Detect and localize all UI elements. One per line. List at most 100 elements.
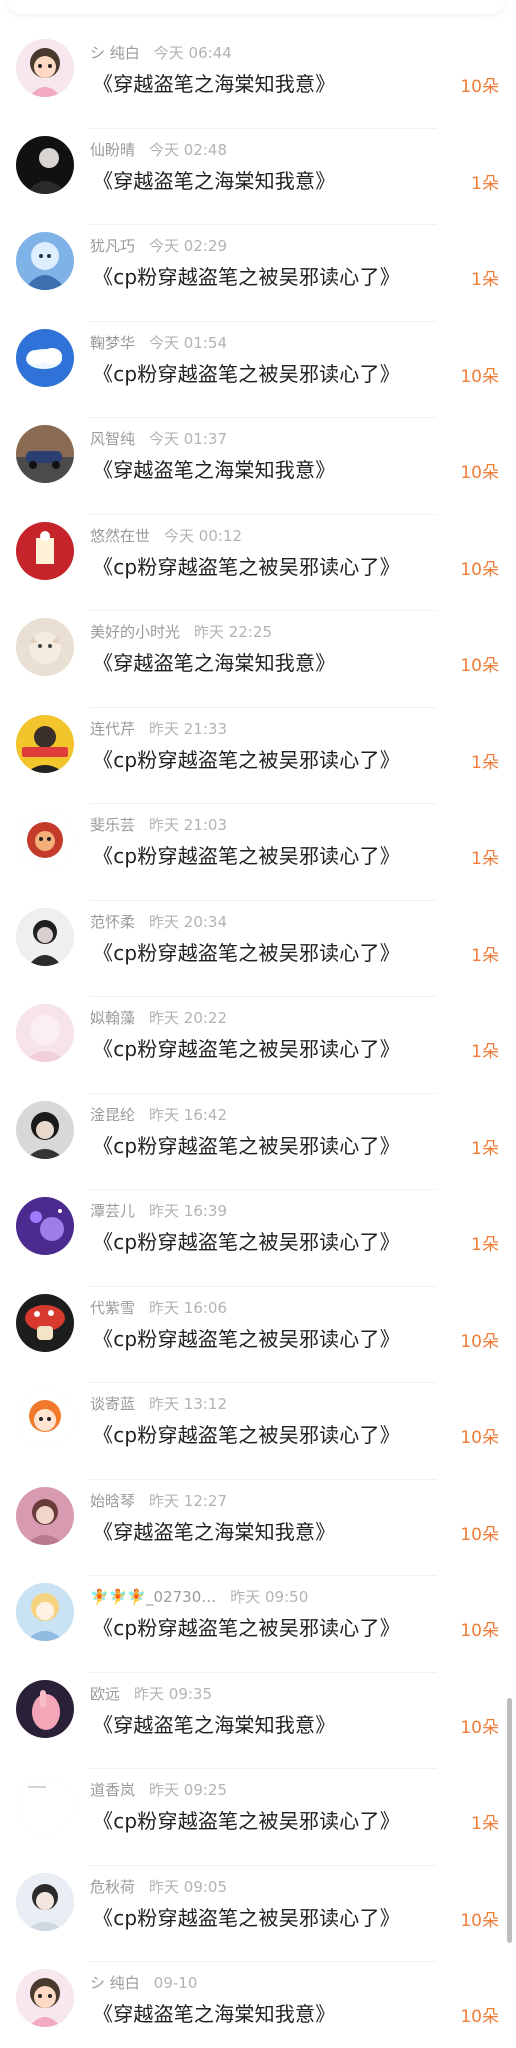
book-title[interactable]: 《穿越盗笔之海棠知我意》	[93, 454, 335, 483]
book-title[interactable]: 《穿越盗笔之海棠知我意》	[93, 1709, 335, 1738]
user-name[interactable]: 🧚🧚🧚_02730…	[90, 1588, 216, 1606]
gift-record-row[interactable]: 美好的小时光 昨天 22:25 《穿越盗笔之海棠知我意》 10朵	[0, 611, 516, 708]
avatar[interactable]	[16, 1197, 74, 1255]
gift-record-row[interactable]: 范怀柔 昨天 20:34 《cp粉穿越盗笔之被吴邪读心了》 1朵	[0, 901, 516, 997]
gift-record-row[interactable]: 道香岚 昨天 09:25 《cp粉穿越盗笔之被吴邪读心了》 1朵	[0, 1769, 516, 1866]
user-name[interactable]: 连代芹	[90, 720, 135, 738]
avatar[interactable]	[16, 618, 74, 676]
gift-record-row[interactable]: 姒翰藻 昨天 20:22 《cp粉穿越盗笔之被吴邪读心了》 1朵	[0, 997, 516, 1094]
book-title[interactable]: 《cp粉穿越盗笔之被吴邪读心了》	[93, 1805, 400, 1834]
avatar[interactable]	[16, 1679, 74, 1738]
book-title[interactable]: 《cp粉穿越盗笔之被吴邪读心了》	[93, 1226, 400, 1255]
avatar[interactable]	[16, 1486, 74, 1545]
avatar[interactable]	[16, 1004, 74, 1062]
avatar[interactable]	[16, 135, 74, 194]
gift-record-row[interactable]: 悠然在世 今天 00:12 《cp粉穿越盗笔之被吴邪读心了》 10朵	[0, 515, 516, 611]
flower-amount: 10朵	[460, 1428, 499, 1448]
avatar[interactable]	[16, 425, 74, 483]
user-meta-line: 犹凡巧 今天 02:29	[90, 235, 227, 255]
book-title[interactable]: 《cp粉穿越盗笔之被吴邪读心了》	[93, 1130, 400, 1159]
book-title[interactable]: 《穿越盗笔之海棠知我意》	[93, 647, 335, 676]
gift-record-row[interactable]: 🧚🧚🧚_02730… 昨天 09:50 《cp粉穿越盗笔之被吴邪读心了》 10朵	[0, 1576, 516, 1673]
user-name[interactable]: 仙盼晴	[90, 141, 135, 159]
avatar[interactable]	[16, 232, 74, 290]
avatar[interactable]	[16, 1293, 74, 1352]
user-name[interactable]: 谈寄蓝	[90, 1395, 135, 1413]
avatar[interactable]	[16, 39, 74, 97]
book-title[interactable]: 《cp粉穿越盗笔之被吴邪读心了》	[93, 1902, 400, 1931]
avatar[interactable]	[16, 1969, 74, 2027]
book-title[interactable]: 《cp粉穿越盗笔之被吴邪读心了》	[93, 1323, 400, 1352]
gift-record-row[interactable]: 风智纯 今天 01:37 《穿越盗笔之海棠知我意》 10朵	[0, 418, 516, 515]
book-title[interactable]: 《cp粉穿越盗笔之被吴邪读心了》	[93, 1419, 400, 1448]
gift-record-row[interactable]: 鞠梦华 今天 01:54 《cp粉穿越盗笔之被吴邪读心了》 10朵	[0, 322, 516, 418]
user-name[interactable]: シ 纯白	[90, 44, 140, 62]
user-name[interactable]: 欧远	[90, 1685, 120, 1703]
avatar[interactable]	[16, 1390, 74, 1448]
gift-record-row[interactable]: シ 纯白 今天 06:44 《穿越盗笔之海棠知我意》 10朵	[0, 32, 516, 129]
gift-record-row[interactable]: 欧远 昨天 09:35 《穿越盗笔之海棠知我意》 10朵	[0, 1673, 516, 1769]
timestamp: 昨天 16:42	[149, 1105, 228, 1124]
flower-amount: 10朵	[460, 656, 499, 676]
book-title[interactable]: 《穿越盗笔之海棠知我意》	[93, 165, 335, 194]
flower-amount: 1朵	[471, 1814, 499, 1834]
timestamp: 昨天 16:06	[149, 1298, 228, 1317]
book-title[interactable]: 《cp粉穿越盗笔之被吴邪读心了》	[93, 358, 400, 387]
book-title[interactable]: 《cp粉穿越盗笔之被吴邪读心了》	[93, 1033, 400, 1062]
book-title[interactable]: 《穿越盗笔之海棠知我意》	[93, 68, 335, 97]
book-title[interactable]: 《cp粉穿越盗笔之被吴邪读心了》	[93, 261, 400, 290]
flower-amount: 1朵	[471, 1235, 499, 1255]
book-title[interactable]: 《cp粉穿越盗笔之被吴邪读心了》	[93, 937, 400, 966]
book-title[interactable]: 《cp粉穿越盗笔之被吴邪读心了》	[93, 840, 400, 869]
user-name[interactable]: 美好的小时光	[90, 623, 180, 641]
avatar[interactable]	[16, 907, 74, 966]
gift-record-list[interactable]: シ 纯白 今天 06:44 《穿越盗笔之海棠知我意》 10朵 仙盼晴 今天 02:48 《穿…	[0, 32, 516, 2048]
timestamp: 昨天 09:35	[134, 1684, 213, 1703]
gift-record-row[interactable]: 连代芹 昨天 21:33 《cp粉穿越盗笔之被吴邪读心了》 1朵	[0, 708, 516, 804]
user-name[interactable]: 始晗琴	[90, 1492, 135, 1510]
gift-record-row[interactable]: シ 纯白 09-10 《穿越盗笔之海棠知我意》 10朵	[0, 1962, 516, 2048]
gift-record-row[interactable]: 仙盼晴 今天 02:48 《穿越盗笔之海棠知我意》 1朵	[0, 129, 516, 225]
user-name[interactable]: 道香岚	[90, 1781, 135, 1799]
avatar[interactable]	[16, 714, 74, 773]
gift-record-row[interactable]: 犹凡巧 今天 02:29 《cp粉穿越盗笔之被吴邪读心了》 1朵	[0, 225, 516, 322]
avatar[interactable]	[16, 1872, 74, 1931]
user-name[interactable]: 淦昆纶	[90, 1106, 135, 1124]
user-name[interactable]: 姒翰藻	[90, 1009, 135, 1027]
user-name[interactable]: 风智纯	[90, 430, 135, 448]
gift-record-row[interactable]: 斐乐芸 昨天 21:03 《cp粉穿越盗笔之被吴邪读心了》 1朵	[0, 804, 516, 901]
book-title[interactable]: 《cp粉穿越盗笔之被吴邪读心了》	[93, 744, 400, 773]
user-name[interactable]: 鞠梦华	[90, 334, 135, 352]
gift-record-row[interactable]: 代紫雪 昨天 16:06 《cp粉穿越盗笔之被吴邪读心了》 10朵	[0, 1287, 516, 1383]
user-name[interactable]: 潭芸儿	[90, 1202, 135, 1220]
user-name[interactable]: シ 纯白	[90, 1974, 140, 1992]
gift-record-row[interactable]: 淦昆纶 昨天 16:42 《cp粉穿越盗笔之被吴邪读心了》 1朵	[0, 1094, 516, 1190]
avatar[interactable]	[16, 521, 74, 580]
gift-record-row[interactable]: 潭芸儿 昨天 16:39 《cp粉穿越盗笔之被吴邪读心了》 1朵	[0, 1190, 516, 1287]
user-name[interactable]: 悠然在世	[90, 527, 150, 545]
flower-amount: 10朵	[460, 1910, 499, 1931]
user-meta-line: 🧚🧚🧚_02730… 昨天 09:50	[90, 1586, 308, 1606]
flower-amount: 1朵	[471, 270, 499, 290]
scrollbar[interactable]	[507, 1698, 512, 1943]
avatar[interactable]	[16, 1100, 74, 1159]
book-title[interactable]: 《穿越盗笔之海棠知我意》	[93, 1516, 335, 1545]
avatar[interactable]	[16, 811, 74, 869]
gift-record-row[interactable]: 谈寄蓝 昨天 13:12 《cp粉穿越盗笔之被吴邪读心了》 10朵	[0, 1383, 516, 1480]
user-meta-line: 始晗琴 昨天 12:27	[90, 1490, 227, 1510]
book-title[interactable]: 《cp粉穿越盗笔之被吴邪读心了》	[93, 1612, 400, 1641]
user-name[interactable]: 代紫雪	[90, 1299, 135, 1317]
gift-record-row[interactable]: 危秋荷 昨天 09:05 《cp粉穿越盗笔之被吴邪读心了》 10朵	[0, 1866, 516, 1962]
avatar[interactable]	[16, 1583, 74, 1641]
flower-amount: 10朵	[460, 559, 499, 580]
book-title[interactable]: 《穿越盗笔之海棠知我意》	[93, 1998, 335, 2027]
user-name[interactable]: 范怀柔	[90, 913, 135, 931]
avatar[interactable]	[16, 328, 74, 387]
user-name[interactable]: 危秋荷	[90, 1878, 135, 1896]
user-name[interactable]: 犹凡巧	[90, 237, 135, 255]
book-title[interactable]: 《cp粉穿越盗笔之被吴邪读心了》	[93, 551, 400, 580]
avatar[interactable]	[16, 1776, 74, 1834]
user-meta-line: 危秋荷 昨天 09:05	[90, 1876, 227, 1896]
user-name[interactable]: 斐乐芸	[90, 816, 135, 834]
gift-record-row[interactable]: 始晗琴 昨天 12:27 《穿越盗笔之海棠知我意》 10朵	[0, 1480, 516, 1576]
